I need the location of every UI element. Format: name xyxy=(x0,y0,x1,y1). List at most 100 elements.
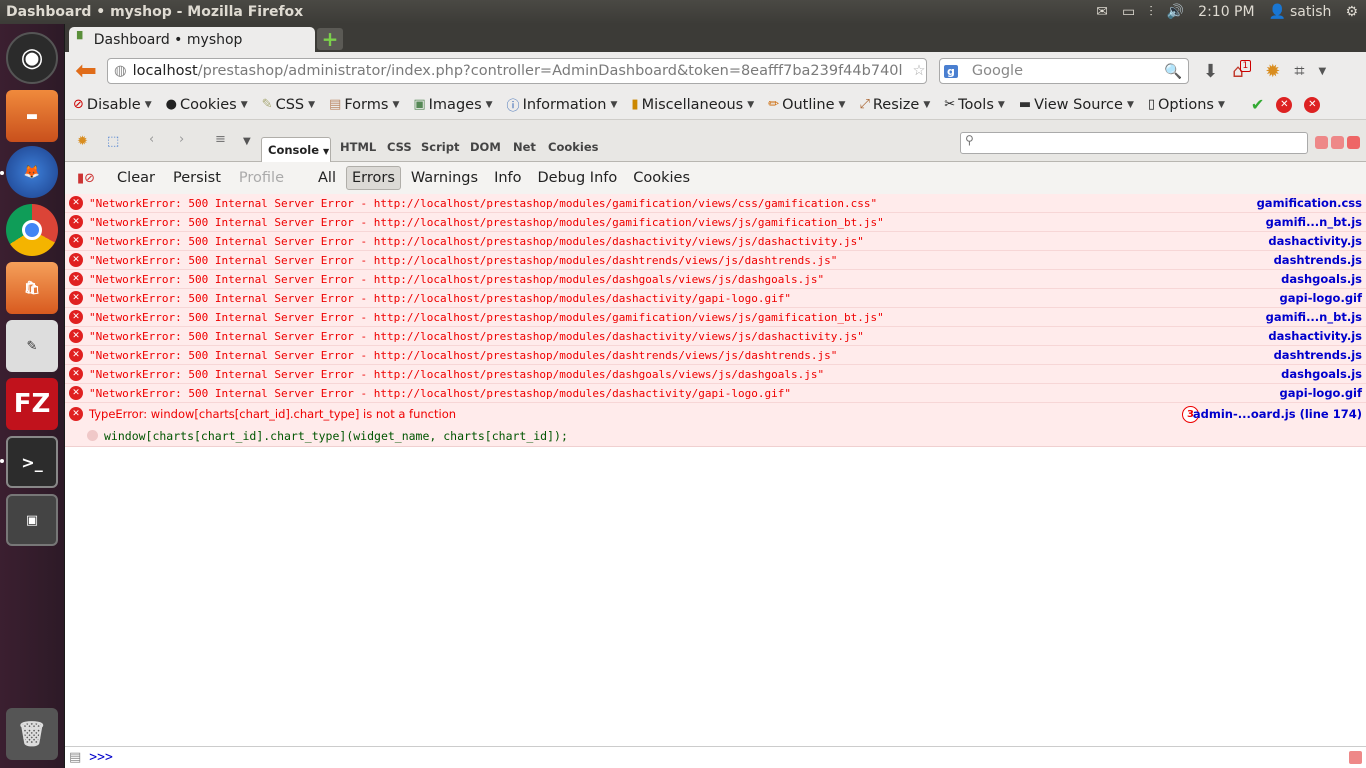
tab-console[interactable]: Console ▼ xyxy=(261,137,331,162)
list-icon[interactable]: ≡ xyxy=(215,132,226,147)
menu-chevron-icon[interactable]: ▼ xyxy=(1319,66,1327,77)
restore-icon[interactable] xyxy=(1331,136,1344,149)
volume-icon[interactable]: 🔊 xyxy=(1167,4,1184,20)
source-link[interactable]: gapi-logo.gif xyxy=(1280,291,1362,305)
text-editor-icon[interactable]: ✎ xyxy=(6,320,58,372)
log-row[interactable]: ✕ "NetworkError: 500 Internal Server Erro… xyxy=(65,270,1366,289)
crop-icon[interactable]: ⌗ xyxy=(1294,61,1304,82)
log-row[interactable]: ✕ "NetworkError: 500 Internal Server Erro… xyxy=(65,289,1366,308)
log-row[interactable]: ✕ "NetworkError: 500 Internal Server Erro… xyxy=(65,384,1366,403)
wd-disable[interactable]: ⊘ Disable ▼ xyxy=(73,97,152,113)
clear-console-icon[interactable]: ▮⊘ xyxy=(77,171,95,186)
source-link[interactable]: gamifi...n_bt.js xyxy=(1266,215,1362,229)
tab-net[interactable]: Net xyxy=(513,140,536,154)
expand-editor-icon[interactable] xyxy=(1349,751,1362,764)
close-icon[interactable]: ✕ xyxy=(1276,96,1293,113)
source-link[interactable]: dashtrends.js xyxy=(1274,348,1362,362)
breakpoint-icon[interactable] xyxy=(87,430,98,441)
firebug-icon[interactable]: ✹ xyxy=(1265,61,1280,82)
stack-line[interactable]: window[charts[chart_id].chart_type](widg… xyxy=(65,425,1366,447)
battery-icon[interactable]: ▭ xyxy=(1122,4,1135,20)
filter-debug-info[interactable]: Debug Info xyxy=(532,166,624,190)
wd-view-source[interactable]: ▬ View Source ▼ xyxy=(1019,97,1134,113)
firebug-bug-icon[interactable]: ✹ xyxy=(77,134,88,149)
wd-images[interactable]: ▣ Images ▼ xyxy=(413,97,492,113)
command-line[interactable]: ▤ >>> xyxy=(65,746,1366,768)
wd-resize[interactable]: ⤢ Resize ▼ xyxy=(859,97,930,113)
wd-miscellaneous[interactable]: ▮ Miscellaneous ▼ xyxy=(631,97,754,113)
source-link[interactable]: dashactivity.js xyxy=(1268,234,1362,248)
persist-button[interactable]: Persist xyxy=(167,166,227,190)
source-link[interactable]: gamifi...n_bt.js xyxy=(1266,310,1362,324)
google-icon[interactable]: g xyxy=(944,64,958,78)
magnifier-icon[interactable]: 🔍 xyxy=(1164,63,1182,80)
tab-script[interactable]: Script xyxy=(421,140,459,154)
workspace-switcher-icon[interactable]: ▣ xyxy=(6,494,58,546)
log-row[interactable]: ✕ "NetworkError: 500 Internal Server Erro… xyxy=(65,251,1366,270)
filter-warnings[interactable]: Warnings xyxy=(405,166,484,190)
profile-button[interactable]: Profile xyxy=(233,166,290,190)
wd-tools[interactable]: ✂ Tools ▼ xyxy=(944,97,1005,113)
firefox-icon[interactable]: 🦊 xyxy=(6,146,58,198)
close-all-icon[interactable]: ✕ xyxy=(1304,96,1321,113)
new-tab-button[interactable]: + xyxy=(317,27,343,51)
tab-dom[interactable]: DOM xyxy=(470,140,501,154)
command-line-icon[interactable]: ▤ xyxy=(69,750,81,765)
dropdown-icon[interactable]: ▼ xyxy=(243,136,251,147)
log-row[interactable]: ✕ "NetworkError: 500 Internal Server Erro… xyxy=(65,365,1366,384)
log-row[interactable]: ✕ "NetworkError: 500 Internal Server Erro… xyxy=(65,327,1366,346)
ubuntu-dash-icon[interactable]: ◉ xyxy=(6,32,58,84)
network-icon[interactable]: ⫶ xyxy=(1149,4,1153,20)
clock[interactable]: 2:10 PM xyxy=(1198,4,1254,20)
source-link[interactable]: dashtrends.js xyxy=(1274,253,1362,267)
minimize-icon[interactable] xyxy=(1315,136,1328,149)
chevron-right-icon[interactable]: › xyxy=(179,132,184,147)
check-icon[interactable]: ✔ xyxy=(1251,95,1264,114)
terminal-icon[interactable]: >_ xyxy=(6,436,58,488)
star-icon[interactable]: ☆ xyxy=(913,63,926,79)
tab-html[interactable]: HTML xyxy=(340,140,376,154)
wd-cookies[interactable]: ● Cookies ▼ xyxy=(166,97,248,113)
source-link[interactable]: dashgoals.js xyxy=(1281,272,1362,286)
back-arrow-icon[interactable]: ⬅ xyxy=(71,56,101,86)
url-bar[interactable]: ◍ localhost/prestashop/administrator/ind… xyxy=(107,58,927,84)
filter-all[interactable]: All xyxy=(312,166,342,190)
notification-badge[interactable]: 1 xyxy=(1239,60,1252,72)
filter-errors[interactable]: Errors xyxy=(345,166,401,190)
chevron-left-icon[interactable]: ‹ xyxy=(149,132,154,147)
clear-button[interactable]: Clear xyxy=(111,166,161,190)
firebug-search-input[interactable]: ⚲ xyxy=(960,132,1308,154)
log-row[interactable]: ✕ "NetworkError: 500 Internal Server Erro… xyxy=(65,194,1366,213)
software-center-icon[interactable]: 🛍 xyxy=(6,262,58,314)
source-link[interactable]: gamification.css xyxy=(1257,196,1362,210)
search-field[interactable]: g Google 🔍 xyxy=(939,58,1189,84)
source-link[interactable]: dashactivity.js xyxy=(1268,329,1362,343)
files-icon[interactable]: ▬ xyxy=(6,90,58,142)
filter-info[interactable]: Info xyxy=(488,166,527,190)
source-link[interactable]: gapi-logo.gif xyxy=(1280,386,1362,400)
source-link[interactable]: dashgoals.js xyxy=(1281,367,1362,381)
log-row[interactable]: ✕ "NetworkError: 500 Internal Server Erro… xyxy=(65,308,1366,327)
download-arrow-icon[interactable]: ⬇ xyxy=(1203,61,1218,82)
mail-icon[interactable]: ✉ xyxy=(1096,4,1108,20)
firebug-close-icon[interactable] xyxy=(1347,136,1360,149)
wd-outline[interactable]: ✏ Outline ▼ xyxy=(768,97,845,113)
trash-icon[interactable]: 🗑 xyxy=(6,708,58,760)
gear-icon[interactable]: ⚙ xyxy=(1345,4,1358,20)
wd-forms[interactable]: ▤ Forms ▼ xyxy=(329,97,399,113)
inspect-icon[interactable]: ⬚ xyxy=(107,134,119,149)
tab-cookies[interactable]: Cookies xyxy=(548,140,598,154)
source-link[interactable]: admin-...oard.js (line 174) xyxy=(1193,407,1362,421)
browser-tab[interactable]: ▘ Dashboard • myshop xyxy=(69,27,315,52)
wd-css[interactable]: ✎ CSS ▼ xyxy=(262,97,315,113)
log-row[interactable]: ✕ "NetworkError: 500 Internal Server Erro… xyxy=(65,232,1366,251)
wd-information[interactable]: ⓘ Information ▼ xyxy=(507,95,618,115)
log-row[interactable]: ✕ "NetworkError: 500 Internal Server Erro… xyxy=(65,346,1366,365)
tab-css[interactable]: CSS xyxy=(387,140,412,154)
log-row[interactable]: ✕ "NetworkError: 500 Internal Server Erro… xyxy=(65,213,1366,232)
type-error-row[interactable]: ✕ TypeError: window[charts[chart_id].cha… xyxy=(65,403,1366,425)
filter-cookies[interactable]: Cookies xyxy=(627,166,696,190)
filezilla-icon[interactable]: FZ xyxy=(6,378,58,430)
user-name[interactable]: satish xyxy=(1290,4,1331,20)
chrome-icon[interactable] xyxy=(6,204,58,256)
